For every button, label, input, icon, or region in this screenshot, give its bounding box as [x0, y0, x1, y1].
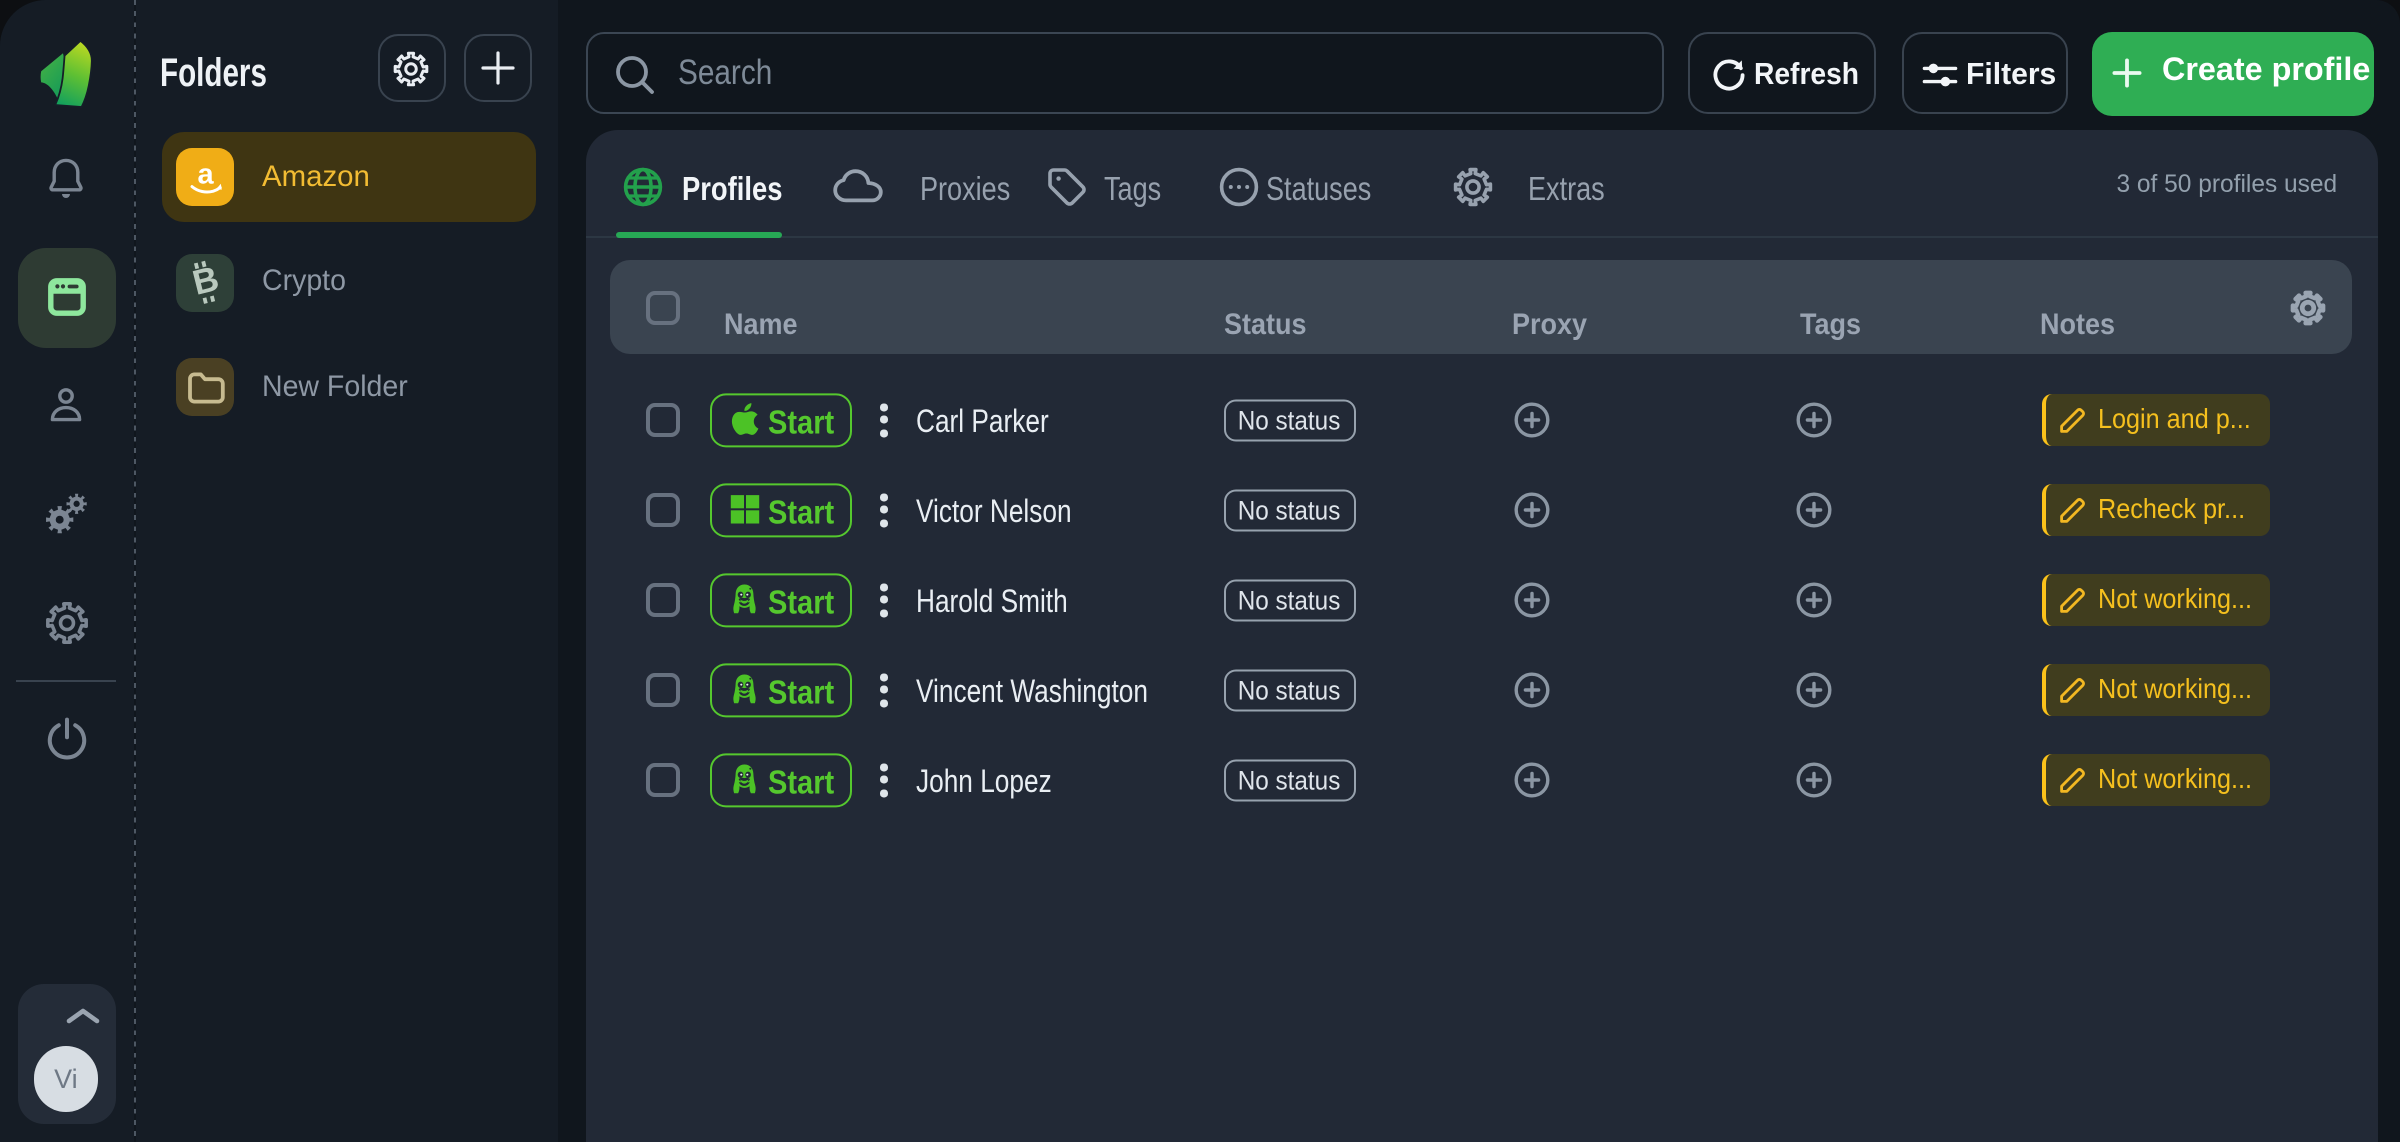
svg-text:a: a	[197, 158, 214, 190]
